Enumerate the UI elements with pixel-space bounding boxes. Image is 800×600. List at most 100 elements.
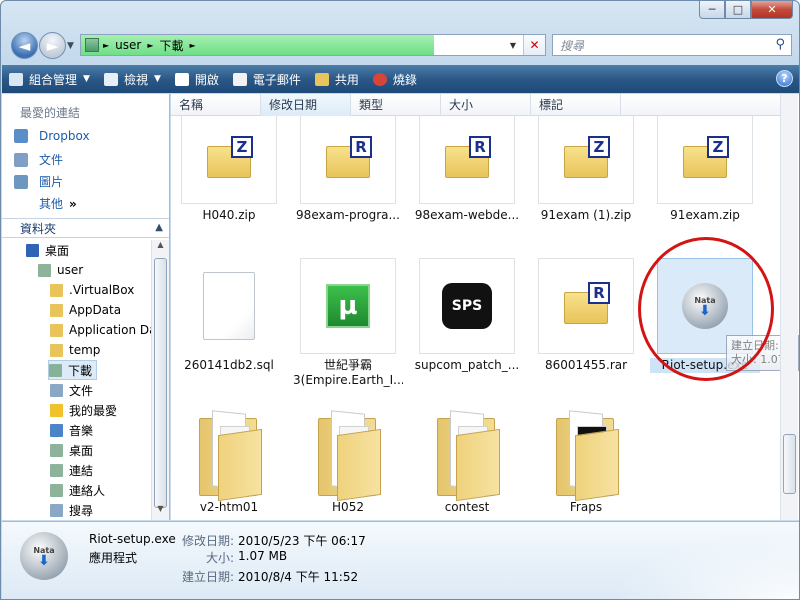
tree-item-documents[interactable]: 文件 <box>50 380 93 400</box>
organize-icon <box>9 72 23 86</box>
explorer-window: ─ □ ✕ ◄ ► ▼ ► user ► 下載 ► ▼ ✕ 搜尋 ⚲ 組合管理 ▼… <box>0 0 800 600</box>
tree-item-searches[interactable]: 搜尋 <box>50 500 93 520</box>
file-list-scrollbar[interactable] <box>780 94 798 520</box>
column-name[interactable]: 名稱 <box>171 94 261 116</box>
tree-item-downloads[interactable]: 下載 <box>48 360 98 380</box>
scroll-up-icon[interactable]: ▲ <box>152 240 169 256</box>
favorites-header: 最愛的連結 <box>20 106 81 120</box>
documents-icon <box>14 152 28 167</box>
documents-icon <box>50 383 63 397</box>
breadcrumb-separator-icon[interactable]: ► <box>103 41 109 50</box>
open-button[interactable]: 開啟 <box>168 65 226 93</box>
tree-item-appdata[interactable]: AppData <box>50 300 121 320</box>
close-button[interactable]: ✕ <box>751 1 793 19</box>
tree-label: 連結 <box>69 463 94 478</box>
views-button[interactable]: 檢視 ▼ <box>97 65 168 93</box>
zip-folder-icon: Z <box>207 135 253 178</box>
tree-item-application-data[interactable]: Application Da <box>50 320 156 340</box>
folder-icon <box>85 38 99 52</box>
tree-item-virtualbox[interactable]: .VirtualBox <box>50 280 134 300</box>
more-label: 其他 <box>39 197 64 211</box>
file-item[interactable]: R 98exam-progra... <box>293 116 403 223</box>
scroll-thumb[interactable] <box>154 258 167 508</box>
breadcrumb-user[interactable]: user <box>115 38 141 52</box>
desktop-icon <box>26 243 39 257</box>
music-icon <box>50 423 63 437</box>
folder-icon <box>50 343 63 357</box>
tree-label: 桌面 <box>69 443 94 458</box>
user-folder-icon <box>38 263 51 277</box>
favorites-more-link[interactable]: 其他 » <box>39 195 77 212</box>
installer-disc-icon: Nata ⬇ <box>20 532 68 580</box>
favorite-link-pictures[interactable]: 圖片 <box>14 173 63 190</box>
utorrent-icon: µ <box>326 284 370 328</box>
share-button[interactable]: 共用 <box>308 65 366 93</box>
minimize-button[interactable]: ─ <box>699 1 725 19</box>
file-item[interactable]: 260141db2.sql <box>174 258 284 373</box>
tree-item-user[interactable]: user <box>38 260 83 280</box>
burn-button[interactable]: 燒錄 <box>366 65 424 93</box>
created-label: 建立日期: <box>181 570 234 584</box>
email-button[interactable]: 電子郵件 <box>226 65 308 93</box>
tree-item-links[interactable]: 連結 <box>50 460 93 480</box>
file-item[interactable]: Z 91exam.zip <box>650 116 760 223</box>
folder-item[interactable]: contest <box>412 406 522 515</box>
file-name: 86001455.rar <box>544 358 628 372</box>
tree-label: 文件 <box>69 383 94 398</box>
file-item[interactable]: Z H040.zip <box>174 116 284 223</box>
column-tags[interactable]: 標記 <box>531 94 621 116</box>
folder-item[interactable]: H052 <box>293 406 403 515</box>
rar-archive-icon: R <box>326 135 372 178</box>
search-placeholder: 搜尋 <box>560 38 585 53</box>
file-item[interactable]: Z 91exam (1).zip <box>531 116 641 223</box>
folder-item[interactable]: Fraps <box>531 406 641 515</box>
organize-button[interactable]: 組合管理 ▼ <box>2 65 97 93</box>
address-dropdown-icon[interactable]: ▼ <box>503 35 523 55</box>
column-modified[interactable]: 修改日期 <box>261 94 351 116</box>
file-item[interactable]: SPS supcom_patch_... <box>412 258 522 373</box>
tree-item-temp[interactable]: temp <box>50 340 100 360</box>
scroll-thumb[interactable] <box>783 434 796 494</box>
recent-pages-dropdown[interactable]: ▼ <box>67 41 74 51</box>
stop-icon[interactable]: ✕ <box>523 35 545 55</box>
breadcrumb-separator-icon[interactable]: ► <box>147 41 153 50</box>
tree-item-favorites[interactable]: 我的最愛 <box>50 400 117 420</box>
scroll-down-icon[interactable]: ▼ <box>152 504 169 520</box>
file-item[interactable]: R 86001455.rar <box>531 258 641 373</box>
tree-label: 桌面 <box>45 243 70 258</box>
back-button[interactable]: ◄ <box>11 32 38 59</box>
folder-item[interactable]: v2-htm01 <box>174 406 284 515</box>
column-type[interactable]: 類型 <box>351 94 441 116</box>
tree-item-contacts[interactable]: 連絡人 <box>50 480 105 500</box>
tree-item-music[interactable]: 音樂 <box>50 420 93 440</box>
burn-label: 燒錄 <box>392 72 417 87</box>
column-size[interactable]: 大小 <box>441 94 531 116</box>
search-folder-icon <box>50 503 63 517</box>
navigation-pane: 最愛的連結 Dropbox 文件 圖片 其他 » 資料夾 ▲ 桌面 user .Vi… <box>2 94 170 520</box>
tree-item-desktop-2[interactable]: 桌面 <box>50 440 93 460</box>
favorite-link-documents[interactable]: 文件 <box>14 151 63 168</box>
file-item[interactable]: R 98exam-webde... <box>412 116 522 223</box>
address-bar[interactable]: ► user ► 下載 ► ▼ ✕ <box>80 34 546 56</box>
tree-item-desktop[interactable]: 桌面 <box>26 240 69 260</box>
file-thumbnail: µ <box>300 258 396 354</box>
file-item[interactable]: µ 世紀爭霸 3(Empire.Earth_I... <box>293 258 403 388</box>
chevron-down-icon: ▼ <box>153 74 161 84</box>
file-list: 名稱 修改日期 類型 大小 標記 Z H040.zip R 98exam-pro… <box>171 94 799 520</box>
search-icon[interactable]: ⚲ <box>775 37 785 52</box>
organize-label: 組合管理 <box>29 72 78 87</box>
breadcrumb-separator-icon[interactable]: ► <box>190 41 196 50</box>
folders-bar[interactable]: 資料夾 ▲ <box>2 218 169 238</box>
favorite-link-dropbox[interactable]: Dropbox <box>14 129 90 143</box>
breadcrumb-downloads[interactable]: 下載 <box>160 37 184 54</box>
details-file-type: 應用程式 <box>89 551 138 565</box>
help-icon[interactable]: ? <box>776 70 793 87</box>
modified-value: 2010/5/23 下午 06:17 <box>238 534 366 548</box>
maximize-button[interactable]: □ <box>725 1 751 19</box>
search-input[interactable]: 搜尋 ⚲ <box>552 34 792 56</box>
rar-archive-icon: R <box>445 135 491 178</box>
forward-button[interactable]: ► <box>39 32 66 59</box>
open-label: 開啟 <box>194 72 219 87</box>
tree-scrollbar[interactable]: ▲ ▼ <box>151 240 169 520</box>
folder-name: v2-htm01 <box>199 500 259 514</box>
